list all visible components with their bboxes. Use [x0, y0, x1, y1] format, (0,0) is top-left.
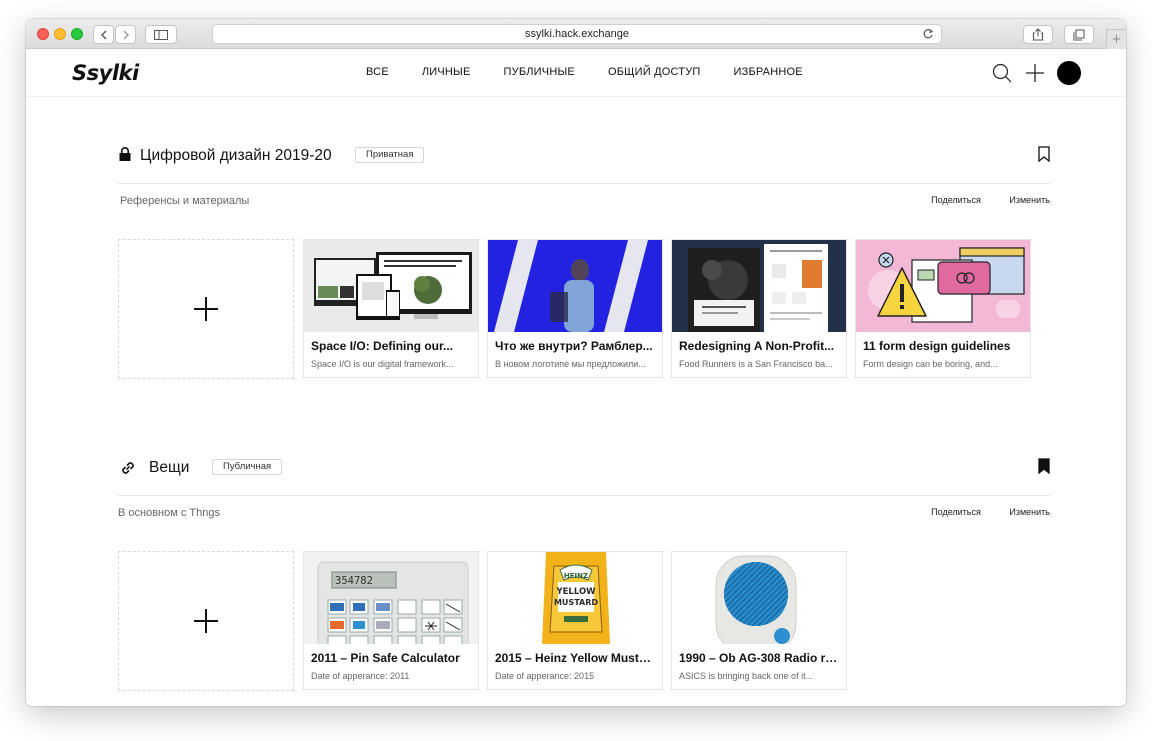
card-thumbnail: 354782 [304, 552, 478, 644]
collection-title[interactable]: Цифровой дизайн 2019-20 [140, 147, 332, 165]
plus-icon [194, 297, 218, 321]
bookmark-outline-icon[interactable] [1038, 146, 1050, 167]
nav-item-public[interactable]: ПУБЛИЧНЫЕ [504, 66, 575, 78]
card-thumbnail [304, 240, 478, 332]
edit-link[interactable]: Изменить [1009, 195, 1050, 205]
reload-icon[interactable] [922, 28, 934, 43]
forward-button[interactable] [115, 25, 136, 44]
card-description: ASICS is bringing back one of it... [679, 671, 814, 681]
card-title: 11 form design guidelines [863, 339, 1011, 353]
card-thumbnail [672, 552, 846, 644]
close-window-button[interactable] [37, 28, 49, 40]
plus-icon [194, 609, 218, 633]
add-link-card[interactable] [118, 551, 294, 691]
calculator-display: 354782 [335, 575, 373, 587]
privacy-badge: Приватная [355, 147, 425, 163]
tabs-icon [1073, 29, 1085, 40]
avatar[interactable] [1057, 61, 1081, 85]
tabs-overview-button[interactable] [1064, 25, 1094, 44]
link-card[interactable]: Redesigning A Non-Profit... Food Runners… [671, 239, 847, 378]
link-icon [118, 458, 138, 483]
add-link-card[interactable] [118, 239, 294, 379]
card-description: Form design can be boring, and... [863, 359, 998, 369]
share-link[interactable]: Поделиться [931, 195, 981, 205]
card-title: 2011 – Pin Safe Calculator [311, 651, 460, 665]
collection-actions: Поделиться Изменить [905, 507, 1050, 517]
new-tab-button[interactable]: + [1106, 29, 1126, 49]
link-card[interactable]: 1990 – Ob AG-308 Radio re... ASICS is br… [671, 551, 847, 690]
nav-item-personal[interactable]: ЛИЧНЫЕ [422, 66, 471, 78]
sidebar-icon [154, 29, 168, 40]
card-row: Space I/O: Defining our... Space I/O is … [118, 239, 1039, 379]
address-bar[interactable]: ssylki.hack.exchange [212, 24, 942, 44]
share-link[interactable]: Поделиться [931, 507, 981, 517]
lock-icon [119, 147, 131, 166]
card-description: Date of apperance: 2015 [495, 671, 595, 681]
collection-subtitle: Референсы и материалы [120, 195, 250, 207]
sidebar-toggle-button[interactable] [145, 25, 177, 44]
card-title: Space I/O: Defining our... [311, 339, 454, 353]
browser-toolbar: ssylki.hack.exchange + [26, 19, 1126, 49]
nav-item-shared[interactable]: ОБЩИЙ ДОСТУП [608, 66, 701, 78]
collection-actions: Поделиться Изменить [905, 195, 1050, 205]
browser-window: ssylki.hack.exchange + Ssylki ВСЕ ЛИЧНЫЕ… [26, 19, 1126, 706]
card-thumbnail [488, 240, 662, 332]
card-thumbnail [856, 240, 1030, 332]
back-button[interactable] [93, 25, 114, 44]
collection-things: Вещи Публичная В основном с Thngs Подели… [118, 455, 1050, 691]
collection-title[interactable]: Вещи [149, 459, 189, 477]
edit-link[interactable]: Изменить [1009, 507, 1050, 517]
link-card[interactable]: 11 form design guidelines Form design ca… [855, 239, 1031, 378]
chevron-left-icon [100, 30, 106, 39]
card-description: Food Runners is a San Francisco ba... [679, 359, 833, 369]
nav-item-all[interactable]: ВСЕ [366, 66, 389, 78]
card-description: Space I/O is our digital framework... [311, 359, 454, 369]
mustard-label-top: HEINZ [564, 572, 588, 580]
card-title: Redesigning A Non-Profit... [679, 339, 835, 353]
card-thumbnail: HEINZ YELLOW MUSTARD [488, 552, 662, 644]
link-card[interactable]: 354782 2011 – Pin Safe Calculator Date o… [303, 551, 479, 690]
site-header: Ssylki ВСЕ ЛИЧНЫЕ ПУБЛИЧНЫЕ ОБЩИЙ ДОСТУП… [26, 50, 1126, 97]
collection-header: Цифровой дизайн 2019-20 Приватная [118, 143, 1050, 173]
url-text: ssylki.hack.exchange [525, 28, 629, 40]
card-thumbnail [672, 240, 846, 332]
add-icon[interactable] [1023, 61, 1047, 85]
divider [118, 495, 1050, 496]
card-description: В новом логотипе мы предложили... [495, 359, 646, 369]
minimize-window-button[interactable] [54, 28, 66, 40]
logo[interactable]: Ssylki [72, 61, 139, 85]
divider [118, 183, 1050, 184]
mustard-label-mid: YELLOW [555, 587, 596, 597]
bookmark-filled-icon[interactable] [1038, 458, 1050, 479]
share-browser-button[interactable] [1023, 25, 1053, 44]
card-description: Date of apperance: 2011 [311, 671, 410, 681]
link-card[interactable]: Space I/O: Defining our... Space I/O is … [303, 239, 479, 378]
card-title: 2015 – Heinz Yellow Mustard [495, 651, 657, 665]
link-card[interactable]: Что же внутри? Рамблер... В новом логоти… [487, 239, 663, 378]
main-nav: ВСЕ ЛИЧНЫЕ ПУБЛИЧНЫЕ ОБЩИЙ ДОСТУП ИЗБРАН… [366, 66, 803, 78]
card-row: 354782 2011 – Pin Safe Calculator Date o… [118, 551, 855, 691]
link-card[interactable]: HEINZ YELLOW MUSTARD 2015 – Heinz Yellow… [487, 551, 663, 690]
card-title: Что же внутри? Рамблер... [495, 339, 653, 353]
nav-item-favorites[interactable]: ИЗБРАННОЕ [734, 66, 803, 78]
privacy-badge: Публичная [212, 459, 283, 475]
collection-header: Вещи Публичная [118, 455, 1050, 485]
mustard-label-bottom: MUSTARD [554, 598, 598, 607]
card-title: 1990 – Ob AG-308 Radio re... [679, 651, 841, 665]
collection-digital-design: Цифровой дизайн 2019-20 Приватная Рефере… [118, 143, 1050, 379]
chevron-right-icon [123, 30, 129, 39]
search-icon[interactable] [990, 61, 1014, 85]
share-icon [1032, 28, 1044, 41]
plus-icon: + [1112, 31, 1121, 48]
collection-subtitle: В основном с Thngs [118, 507, 220, 519]
zoom-window-button[interactable] [71, 28, 83, 40]
